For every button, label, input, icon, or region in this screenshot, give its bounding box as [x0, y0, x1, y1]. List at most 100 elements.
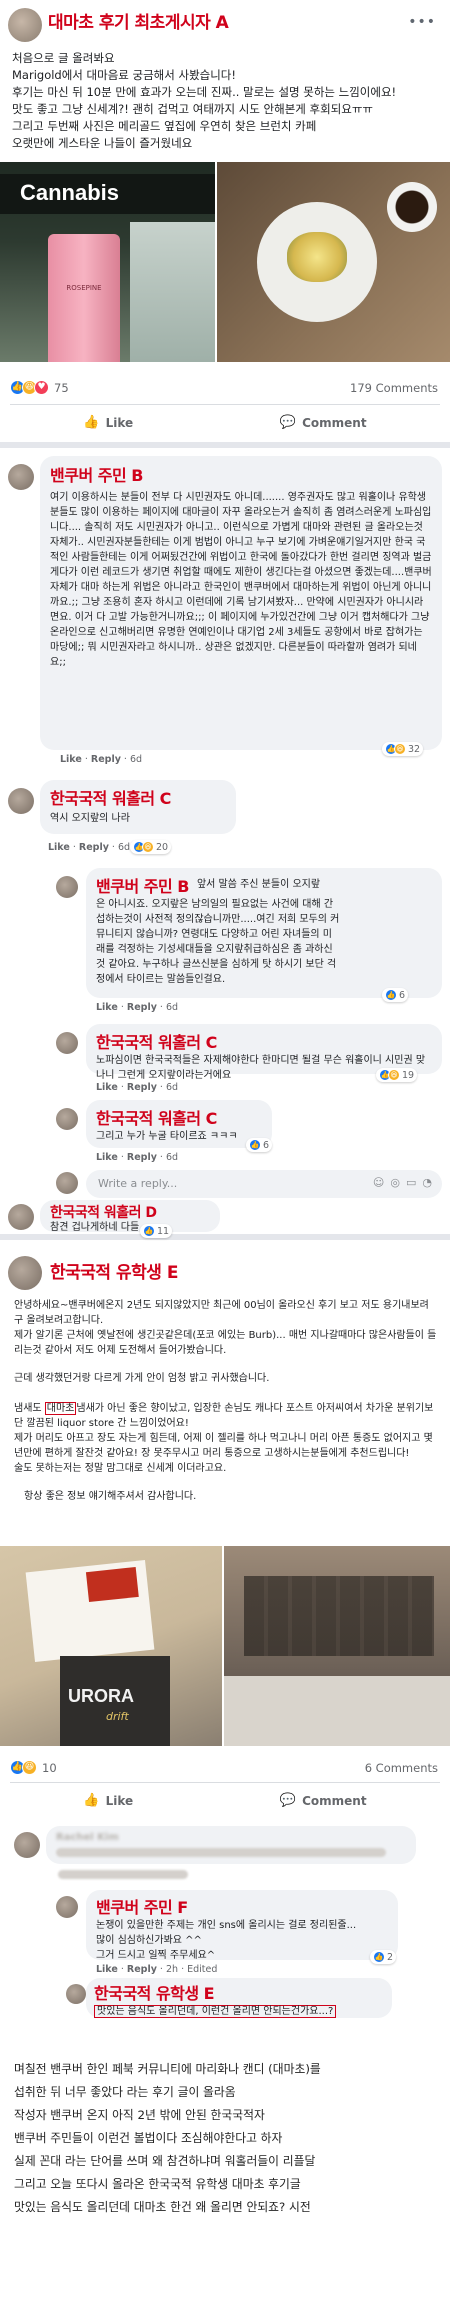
comment-reply-link[interactable]: Reply: [79, 842, 109, 853]
reaction-count: 11: [157, 1225, 170, 1237]
comment-bubble: 밴쿠버 주민 B 여기 이용하시는 분들이 전부 다 시민권자도 아니데....…: [40, 456, 442, 750]
avatar[interactable]: [8, 788, 34, 814]
comment-reactions[interactable]: 👍 6: [382, 988, 409, 1002]
comments-count-link[interactable]: 6 Comments: [365, 1761, 438, 1775]
comment-header-row: 밴쿠버 주민 B 앞서 말씀 주신 분들이 오지랖: [96, 873, 432, 897]
post-body: 안녕하세요~밴쿠버에온지 2년도 되지않았지만 최근에 00님이 올라오신 후기…: [14, 1298, 438, 1517]
camera-icon[interactable]: ◎: [390, 1176, 400, 1189]
reaction-summary[interactable]: 👍 😆 10: [10, 1760, 57, 1775]
post-line: 후기는 마신 뒤 10분 만에 효과가 오는데 진짜.. 말로는 설명 못하는 …: [12, 85, 397, 99]
avatar[interactable]: [8, 464, 34, 490]
comment-author[interactable]: 밴쿠버 주민 B: [96, 873, 189, 897]
comment-like-link[interactable]: Like: [96, 1002, 118, 1013]
post-body: 처음으로 글 올려봐요 Marigold에서 대마음료 궁금해서 사봤습니다! …: [12, 50, 442, 152]
comment-reply-link[interactable]: Reply: [127, 1082, 157, 1093]
comment-bubble: 한국국적 유학생 E 맛있는 음식도 올리던데, 이런건 올리면 안되는건가요.…: [86, 1978, 392, 2018]
sticker-icon[interactable]: ◔: [422, 1176, 432, 1189]
comment-like-link[interactable]: Like: [96, 1964, 118, 1975]
comment-author[interactable]: 밴쿠버 주민 B: [50, 462, 432, 486]
comment-text-line: 많이 심심하신가봐요 ^^: [96, 1935, 202, 1946]
like-button[interactable]: 👍 Like: [83, 1793, 133, 1808]
like-button-label: Like: [105, 415, 134, 430]
comment-bubble: 밴쿠버 주민 F 논쟁이 있을만한 주제는 개인 sns에 올리시는 걸로 정리…: [86, 1890, 398, 1961]
composer-icons: ☺ ◎ ▭ ◔: [373, 1176, 432, 1189]
comment-time[interactable]: 6d: [118, 842, 130, 853]
store-sign: Cannabis: [0, 174, 215, 214]
comment-button[interactable]: 💬 Comment: [280, 1793, 367, 1808]
gif-icon[interactable]: ▭: [406, 1176, 416, 1189]
comment-reactions[interactable]: 👍 😆 20: [130, 840, 172, 854]
post-author-name[interactable]: 한국국적 유학생 E: [50, 1258, 178, 1283]
comment-icon: 💬: [279, 1793, 297, 1808]
product-box: URORA drift: [60, 1656, 170, 1746]
comment-meta: Like · Reply · 6d: [60, 754, 143, 765]
avatar[interactable]: [56, 1032, 78, 1054]
avatar[interactable]: [56, 876, 78, 898]
like-reaction-icon: 👍: [143, 1225, 155, 1237]
comments-count-link[interactable]: 179 Comments: [350, 381, 438, 395]
comment-author[interactable]: 밴쿠버 주민 F: [96, 1894, 388, 1918]
avatar[interactable]: [8, 8, 42, 42]
caption-line: 밴쿠버 주민들이 이런건 볼법이다 조심해야한다고 하자: [14, 2131, 283, 2145]
comment-reply-link[interactable]: Reply: [127, 1002, 157, 1013]
comment-author[interactable]: 한국국적 워홀러 C: [96, 1029, 432, 1053]
love-reaction-icon: ♥: [34, 380, 49, 395]
comment-like-link[interactable]: Like: [48, 842, 70, 853]
post-text: 근데 생각했던거랑 다르게 가게 안이 엄청 밝고 귀사했습니다.: [14, 1373, 270, 1384]
post-author-name[interactable]: 대마초 후기 최초게시자 A: [48, 8, 229, 33]
comment-button[interactable]: 💬 Comment: [280, 415, 367, 430]
comment-author[interactable]: 한국국적 워홀러 C: [50, 785, 226, 809]
comment-text-line: 앞서 말씀 주신 분들이 오지랖: [196, 879, 321, 890]
reaction-count: 10: [42, 1760, 57, 1775]
avatar[interactable]: [14, 1832, 40, 1858]
haha-reaction-icon: 😆: [142, 841, 154, 853]
post-photo-product[interactable]: URORA drift: [0, 1546, 222, 1746]
comment-author[interactable]: 한국국적 워홀러 D: [50, 1202, 210, 1222]
comment-reactions[interactable]: 👍 6: [246, 1138, 273, 1152]
comment-time[interactable]: 6d: [166, 1082, 178, 1093]
comment-reply-link[interactable]: Reply: [127, 1964, 157, 1975]
post-photo-store-interior[interactable]: [224, 1546, 450, 1746]
avatar[interactable]: [56, 1108, 78, 1130]
post-photo-cannabis-store[interactable]: Cannabis ROSEPINE: [0, 162, 215, 362]
haha-reaction-icon: 😆: [394, 743, 406, 755]
post-text: 제가 머리도 아프고 장도 자는게 힘든데, 어제 이 젤리를 하나 먹고나니 …: [14, 1433, 433, 1459]
comment-reply-link[interactable]: Reply: [127, 1152, 157, 1163]
comment-text-line: 그거 드시고 일찍 주무세요^: [96, 1950, 216, 1961]
emoji-icon[interactable]: ☺: [373, 1176, 384, 1189]
comment-reactions[interactable]: 👍 😆 19: [376, 1068, 418, 1082]
avatar[interactable]: [56, 1172, 78, 1194]
reaction-count: 20: [156, 841, 169, 853]
avatar[interactable]: [8, 1204, 34, 1230]
avatar[interactable]: [66, 1984, 86, 2004]
caption-line: 섭취한 뒤 너무 좋았다 라는 후기 글이 올라옴: [14, 2085, 236, 2099]
comment-reactions[interactable]: 👍 11: [140, 1224, 173, 1238]
post-text: 냄새가 아닌 좋은 향이났고, 입장한 손님도 캐나다 포스트 아저씨여서 차가…: [14, 1403, 434, 1429]
comment-bubble: 한국국적 워홀러 C 노파심이면 한국국적들은 자제해야한다 한마디면 될걸 무…: [86, 1024, 442, 1081]
comment-time[interactable]: 6d: [166, 1152, 178, 1163]
comment-reactions[interactable]: 👍 2: [370, 1950, 397, 1964]
comment-reply-link[interactable]: Reply: [91, 754, 121, 765]
like-reaction-icon: 👍: [385, 989, 397, 1001]
post-line: 오랫만에 게스타운 나들이 즐거웠네요: [12, 136, 193, 150]
comment-time[interactable]: 6d: [166, 1002, 178, 1013]
comment-like-link[interactable]: Like: [60, 754, 82, 765]
avatar[interactable]: [56, 1896, 78, 1918]
like-button[interactable]: 👍 Like: [83, 415, 133, 430]
comment-like-link[interactable]: Like: [96, 1082, 118, 1093]
write-reply-input[interactable]: Write a reply... ☺ ◎ ▭ ◔: [86, 1170, 442, 1198]
post-photo-brunch[interactable]: [217, 162, 450, 362]
comment-author[interactable]: 한국국적 유학생 E: [94, 1980, 384, 2004]
comment-edited-label[interactable]: Edited: [187, 1964, 217, 1975]
comment-bubble: 밴쿠버 주민 B 앞서 말씀 주신 분들이 오지랖 은 아니시죠. 오지랖은 남…: [86, 868, 442, 998]
comment-reactions[interactable]: 👍 😆 32: [382, 742, 424, 756]
comment-time[interactable]: 6d: [130, 754, 142, 765]
coffee-cup: [387, 182, 437, 232]
reaction-summary[interactable]: 👍 😆 ♥ 75: [10, 380, 69, 395]
avatar[interactable]: [8, 1256, 42, 1290]
comment-time[interactable]: 2h: [166, 1964, 178, 1975]
comment-like-link[interactable]: Like: [96, 1152, 118, 1163]
comment-author[interactable]: 한국국적 워홀러 C: [96, 1105, 262, 1129]
more-icon[interactable]: •••: [408, 14, 436, 30]
comment-text-line: 정에서 타이르는 말씀들인걸요.: [96, 974, 226, 985]
